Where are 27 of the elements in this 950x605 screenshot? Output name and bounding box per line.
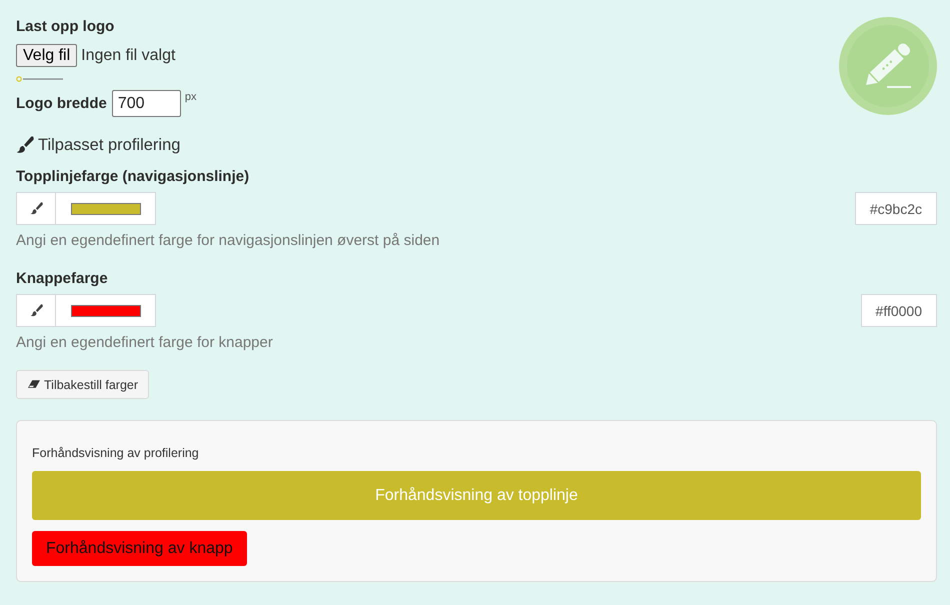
pencil-icon [839,17,937,115]
hex-color-field[interactable]: #c9bc2c [854,192,937,225]
color-picker[interactable] [16,192,156,225]
eraser-icon [28,380,40,389]
preview-title: Forhåndsvisning av profilering [32,445,200,462]
choose-file-button[interactable]: Velg fil [16,44,78,67]
topbar-preview: Forhåndsvisning av topplinje [32,471,921,520]
color-swatch[interactable] [70,202,140,214]
section-title: Tilpasset profilering [38,135,180,155]
unit-text: px [184,91,196,103]
field-label: Knappefarge [16,270,109,288]
paintbrush-icon [16,136,34,154]
field-label: Topplinjefarge (navigasjonslinje) [16,168,250,186]
color-swatch[interactable] [70,304,140,316]
logo-preview-drawing [16,76,66,82]
help-text: Angi en egendefinert farge for knapper [16,334,274,352]
logo-width-label: Logo bredde [16,95,107,113]
paintbrush-icon [30,202,42,215]
preview-button[interactable]: Forhåndsvisning av knapp [32,531,247,566]
upload-label: Last opp logo [16,18,116,36]
color-picker[interactable] [16,294,156,327]
reset-colors-button[interactable]: Tilbakestill farger [16,370,150,399]
hex-color-field[interactable]: #ff0000 [860,294,937,327]
help-text: Angi en egendefinert farge for navigasjonslinjen øverst på siden [16,232,441,250]
paintbrush-icon [30,304,42,317]
logo-width-field[interactable]: 700 [112,90,181,117]
file-status-text: Ingen fil valgt [81,46,176,64]
